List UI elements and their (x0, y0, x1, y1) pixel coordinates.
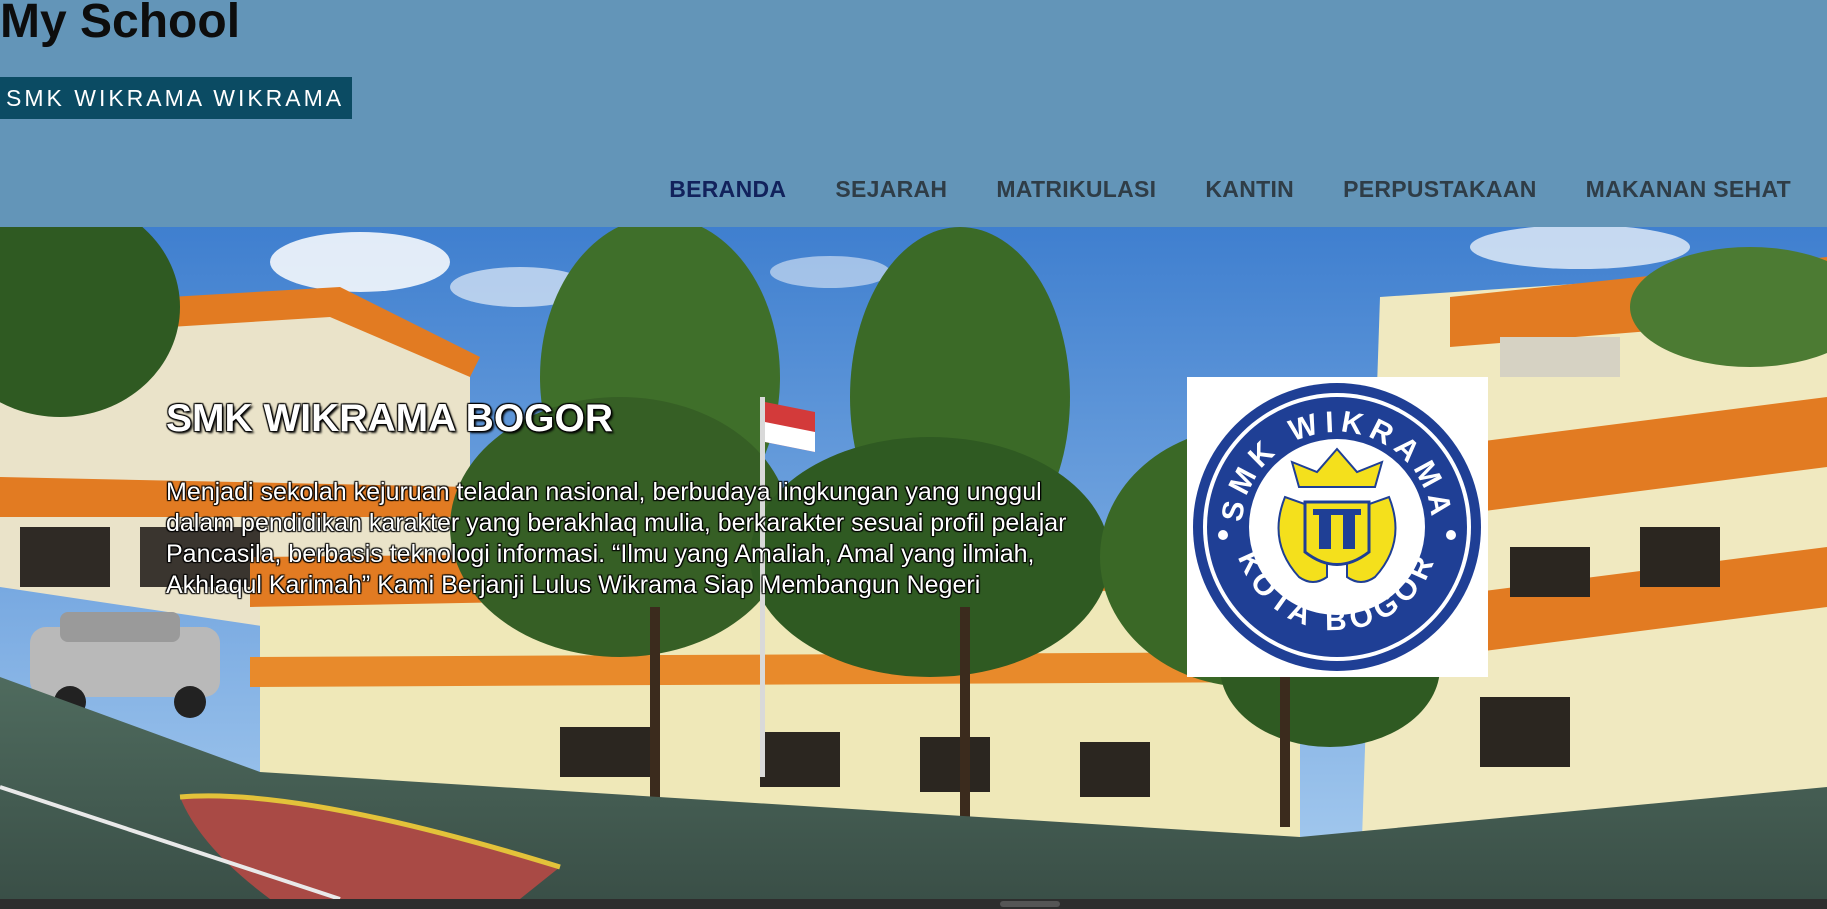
site-header: My School SMK WIKRAMA WIKRAMA BERANDA SE… (0, 0, 1827, 227)
nav-item-makanan-sehat[interactable]: MAKANAN SEHAT (1586, 176, 1791, 203)
nav-item-perpustakaan[interactable]: PERPUSTAKAAN (1343, 176, 1537, 203)
hero-banner: SMK WIKRAMA BOGOR Menjadi sekolah kejuru… (0, 227, 1827, 899)
nav-item-matrikulasi[interactable]: MATRIKULASI (996, 176, 1156, 203)
site-title: My School (0, 0, 241, 48)
site-badge: SMK WIKRAMA WIKRAMA (0, 77, 353, 119)
school-crest-icon: SMK WIKRAMA KOTA BOGOR (1193, 383, 1481, 671)
hero-description: Menjadi sekolah kejuruan teladan nasiona… (166, 478, 1067, 599)
school-logo: SMK WIKRAMA KOTA BOGOR (1187, 377, 1488, 677)
nav-item-sejarah[interactable]: SEJARAH (835, 176, 947, 203)
hero-title: SMK WIKRAMA BOGOR (166, 397, 614, 440)
scroll-indicator (1000, 901, 1060, 907)
main-nav: BERANDA SEJARAH MATRIKULASI KANTIN PERPU… (669, 176, 1791, 203)
nav-item-beranda[interactable]: BERANDA (669, 176, 786, 203)
bottom-bar (0, 899, 1827, 909)
nav-item-kantin[interactable]: KANTIN (1205, 176, 1294, 203)
